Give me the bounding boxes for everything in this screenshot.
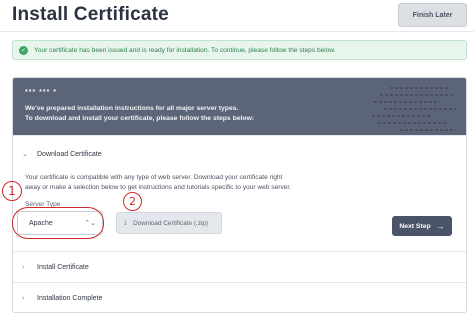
step-install-certificate: › Install Certificate — [13, 251, 466, 282]
download-icon: ⤓ — [124, 219, 128, 226]
intro-line-2: To download and install your certificate… — [25, 115, 255, 122]
step-description-line-1: Your certificate is compatible with any … — [25, 174, 283, 181]
step-complete-header[interactable]: › Installation Complete — [22, 292, 102, 304]
step-download-certificate: ⌄ Download Certificate Your certificate … — [13, 135, 466, 266]
arrow-right-icon: → — [436, 221, 445, 231]
install-card: *** *** * We've prepared installation in… — [12, 77, 467, 313]
chevron-right-icon: › — [22, 294, 25, 302]
finish-later-button[interactable]: Finish Later — [398, 3, 467, 27]
annotation-oval-server-select — [12, 207, 104, 239]
step-label: Install Certificate — [37, 263, 89, 271]
page-title: Install Certificate — [12, 4, 169, 25]
top-divider — [0, 31, 474, 32]
download-certificate-button[interactable]: ⤓ Download Certificate (.zip) — [116, 212, 222, 234]
intro-line-1: We've prepared installation instructions… — [25, 105, 239, 112]
download-button-label: Download Certificate (.zip) — [133, 219, 209, 227]
header-decoration — [372, 87, 456, 131]
next-step-label: Next Step — [399, 222, 431, 230]
annotation-circle-1: 1 — [2, 181, 22, 201]
check-circle-icon: ✓ — [19, 45, 28, 55]
annotation-circle-2: 2 — [123, 192, 142, 211]
card-header: *** *** * We've prepared installation in… — [13, 78, 466, 135]
alert-message: Your certificate has been issued and is … — [34, 46, 336, 54]
step-label: Installation Complete — [37, 294, 103, 302]
step-label: Download Certificate — [37, 150, 102, 158]
next-step-button[interactable]: Next Step → — [392, 216, 452, 236]
chevron-right-icon: › — [22, 263, 25, 271]
success-alert: ✓ Your certificate has been issued and i… — [12, 40, 467, 60]
step-install-header[interactable]: › Install Certificate — [22, 261, 89, 273]
step-description-line-2: away or make a selection below to get in… — [25, 184, 292, 191]
certificate-id: *** *** * — [25, 89, 57, 96]
step-installation-complete: › Installation Complete — [13, 282, 466, 312]
step-download-header[interactable]: ⌄ Download Certificate — [22, 148, 102, 160]
chevron-down-icon: ⌄ — [22, 151, 28, 158]
